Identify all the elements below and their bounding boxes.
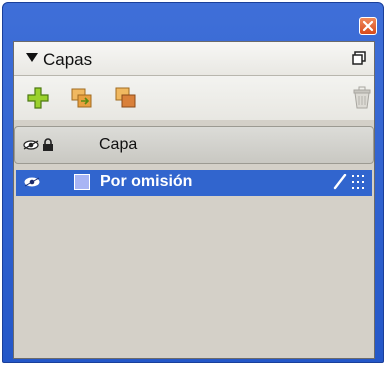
- layer-color-swatch: [74, 174, 90, 190]
- duplicate-layer-button[interactable]: [114, 86, 138, 110]
- panel-title: Capas: [43, 50, 93, 69]
- new-sublayer-button[interactable]: [70, 86, 94, 110]
- layer-name[interactable]: Por omisión: [100, 173, 192, 191]
- plus-icon: [27, 87, 49, 109]
- panel-toolbar: [14, 76, 374, 120]
- new-layer-button[interactable]: [26, 86, 50, 110]
- panel-options-icon[interactable]: [352, 51, 366, 65]
- close-icon: [362, 20, 374, 32]
- drag-handle-icon[interactable]: [352, 175, 364, 189]
- new-sublayer-icon: [71, 88, 92, 108]
- layers-panel: Capas Capa Por omisión: [13, 41, 375, 359]
- duplicate-layer-icon: [115, 87, 136, 108]
- pencil-icon: [333, 174, 347, 190]
- panel-window: Capas Capa Por omisión: [2, 2, 384, 363]
- eye-icon: [23, 140, 39, 150]
- layers-list: Por omisión: [14, 166, 374, 358]
- layer-row-default[interactable]: Por omisión: [16, 170, 372, 196]
- delete-layer-button[interactable]: [352, 86, 376, 110]
- visibility-eye-icon[interactable]: [24, 177, 40, 187]
- panel-header: Capas: [14, 42, 374, 76]
- trash-icon: [353, 86, 371, 109]
- triangle-down-icon[interactable]: [26, 53, 38, 63]
- window-titlebar: [3, 3, 383, 39]
- layer-column-label: Capa: [99, 136, 138, 153]
- layers-column-header: Capa: [14, 126, 374, 164]
- close-button[interactable]: [359, 17, 377, 35]
- lock-icon: [43, 138, 53, 151]
